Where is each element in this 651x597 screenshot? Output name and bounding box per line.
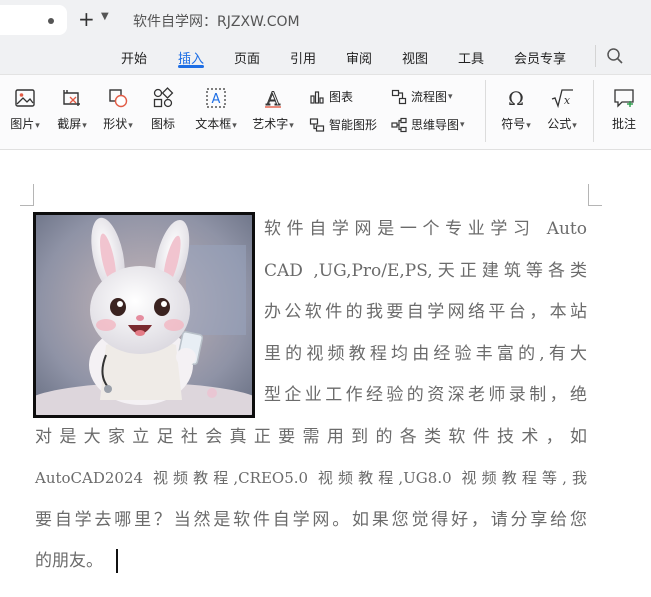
- wordart-icon: A: [265, 88, 281, 109]
- chevron-down-icon: ▾: [289, 121, 294, 131]
- mindmap-label: 思维导图: [411, 118, 460, 132]
- icon-button[interactable]: 图标: [145, 87, 181, 132]
- text-cursor: [116, 549, 118, 573]
- paragraph-line: 对是大家立足社会真正要需用到的各类软件技术，如: [35, 427, 587, 447]
- active-tab-indicator: [178, 65, 204, 68]
- chevron-down-icon[interactable]: ▼: [101, 11, 109, 22]
- textbox-icon: A: [206, 88, 226, 108]
- wordart-button[interactable]: A 艺术字▾: [248, 87, 298, 132]
- svg-text:A: A: [265, 88, 280, 109]
- wordart-label: 艺术字: [252, 117, 289, 131]
- screenshot-button[interactable]: 截屏▾: [52, 87, 92, 132]
- comment-icon: [614, 89, 634, 108]
- symbol-label: 符号: [501, 117, 526, 131]
- chart-icon: [310, 90, 324, 104]
- smartart-icon: [309, 117, 325, 132]
- paragraph-line: 里的视频教程均由经验丰富的,有大: [264, 344, 587, 364]
- chart-label: 图表: [329, 90, 354, 104]
- formula-label: 公式: [547, 117, 572, 131]
- chevron-down-icon: ▾: [460, 119, 465, 130]
- svg-text:Ω: Ω: [508, 88, 524, 109]
- symbol-button[interactable]: Ω 符号▾: [496, 87, 536, 132]
- smartart-label: 智能图形: [329, 118, 378, 132]
- flowchart-icon: [391, 89, 407, 104]
- shape-button[interactable]: 形状▾: [98, 87, 138, 132]
- comment-button[interactable]: 批注: [604, 87, 644, 132]
- smartart-button[interactable]: 智能图形: [309, 116, 377, 133]
- insert-picture-button[interactable]: 图片▾: [5, 87, 45, 132]
- inserted-picture[interactable]: [33, 212, 255, 418]
- comment-label: 批注: [611, 117, 636, 131]
- picture-label: 图片: [10, 117, 35, 131]
- paragraph-line: 软件自学网是一个专业学习 Auto: [264, 219, 587, 239]
- textbox-label: 文本框: [195, 117, 232, 131]
- square-root-icon: x: [551, 89, 573, 109]
- chevron-down-icon: ▾: [82, 121, 87, 131]
- chevron-down-icon: ▾: [35, 121, 40, 131]
- paragraph-line: 型企业工作经验的资深老师录制，绝: [264, 385, 587, 405]
- new-tab-button[interactable]: +: [78, 8, 95, 30]
- cartoon-rabbit-image: [36, 215, 252, 415]
- picture-icon: [15, 89, 35, 107]
- page-margin-marker: [588, 184, 602, 206]
- tab-references[interactable]: 引用: [290, 48, 316, 67]
- shape-icon: [109, 89, 128, 108]
- paragraph-line: 办公软件的我要自学网络平台，本站: [264, 302, 587, 322]
- tab-home[interactable]: 开始: [121, 48, 147, 67]
- formula-button[interactable]: x 公式▾: [542, 87, 582, 132]
- search-icon[interactable]: [606, 47, 624, 65]
- omega-symbol-icon: Ω: [508, 88, 524, 109]
- tab-member[interactable]: 会员专享: [514, 48, 566, 67]
- document-tab[interactable]: [0, 5, 67, 35]
- paragraph-line: CAD ,UG,Pro/E,PS,天正建筑等各类: [264, 261, 587, 281]
- screenshot-icon: [63, 90, 80, 106]
- title-bar: + ▼ 软件自学网：RJZXW.COM: [0, 0, 651, 40]
- svg-text:A: A: [212, 92, 221, 107]
- tab-tools[interactable]: 工具: [458, 48, 484, 67]
- paragraph-line: AutoCAD2024 视频教程,CREO5.0 视频教程,UG8.0 视频教程…: [35, 469, 587, 487]
- window-title: 软件自学网：RJZXW.COM: [133, 14, 300, 30]
- chart-button[interactable]: 图表: [309, 88, 353, 105]
- mindmap-button[interactable]: 思维导图 ▾: [391, 116, 465, 133]
- tab-page[interactable]: 页面: [234, 48, 260, 67]
- unsaved-dot-icon: [48, 18, 54, 24]
- chevron-down-icon: ▾: [232, 121, 237, 131]
- mindmap-icon: [391, 117, 407, 132]
- svg-text:x: x: [564, 94, 571, 107]
- chevron-down-icon: ▾: [128, 121, 133, 131]
- paragraph-line: 的朋友。: [35, 551, 103, 571]
- chevron-down-icon: ▾: [526, 121, 531, 131]
- tab-review[interactable]: 审阅: [346, 48, 372, 67]
- screenshot-label: 截屏: [57, 117, 82, 131]
- shape-label: 形状: [103, 117, 128, 131]
- icon-label: 图标: [150, 117, 175, 131]
- icon-library-icon: [153, 87, 174, 108]
- flowchart-label: 流程图: [411, 90, 448, 104]
- divider: [595, 45, 596, 67]
- textbox-button[interactable]: A 文本框▾: [190, 87, 242, 132]
- divider: [593, 80, 594, 142]
- tab-view[interactable]: 视图: [402, 48, 428, 67]
- chevron-down-icon: ▾: [448, 91, 453, 102]
- page-margin-marker: [20, 184, 34, 206]
- chevron-down-icon: ▾: [572, 121, 577, 131]
- divider: [485, 80, 486, 142]
- flowchart-button[interactable]: 流程图 ▾: [391, 88, 453, 105]
- paragraph-line: 要自学去哪里？当然是软件自学网。如果您觉得好，请分享给您: [35, 510, 587, 530]
